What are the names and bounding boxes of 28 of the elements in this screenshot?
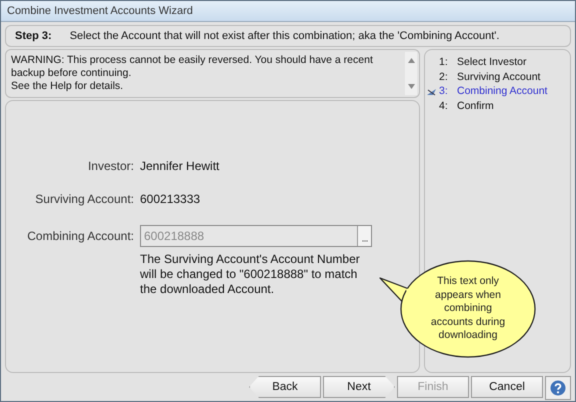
field-label: Combining Account: (26, 229, 134, 243)
field-value: Jennifer Hewitt (140, 159, 220, 173)
note-text: The Surviving Account's Account Number will be changed to "600218888" to match the downloaded Account. (140, 252, 361, 297)
wizard-button[interactable]: Next (323, 376, 395, 398)
window-title: Combine Investment Accounts Wizard (1, 1, 575, 22)
scrollbar[interactable] (405, 52, 417, 95)
scroll-up-icon[interactable] (408, 58, 414, 63)
warning-text: See the Help for details. (11, 80, 124, 93)
warning-text: WARNING: This process cannot be easily reversed. You should have a recent backup before continuing. (11, 54, 374, 80)
step-item: Surviving Account (457, 70, 540, 84)
field-label: Investor: (86, 159, 134, 173)
help-icon (550, 380, 566, 396)
step-item: Confirm (457, 98, 494, 113)
step-item: Select Investor (457, 55, 526, 70)
step-item: Combining Account (457, 84, 548, 98)
callout-text: This text only appears when combining accounts during downloading (430, 275, 506, 342)
step-label: Step 3: (15, 30, 52, 42)
scroll-down-icon[interactable] (408, 84, 414, 89)
step-instruction: Select the Account that will not exist after this combination; aka the 'Combining Account'. (70, 30, 500, 42)
step-number: 1: (439, 55, 449, 70)
field-value: 600213333 (140, 192, 202, 206)
step-number: 3: (439, 84, 449, 98)
step-number: 2: (439, 70, 449, 84)
help-button[interactable] (545, 376, 571, 400)
wizard-button[interactable]: Cancel (471, 376, 543, 398)
wizard-button[interactable]: Back (249, 376, 321, 398)
step-number: 4: (439, 98, 449, 113)
field-label: Surviving Account: (34, 192, 134, 206)
